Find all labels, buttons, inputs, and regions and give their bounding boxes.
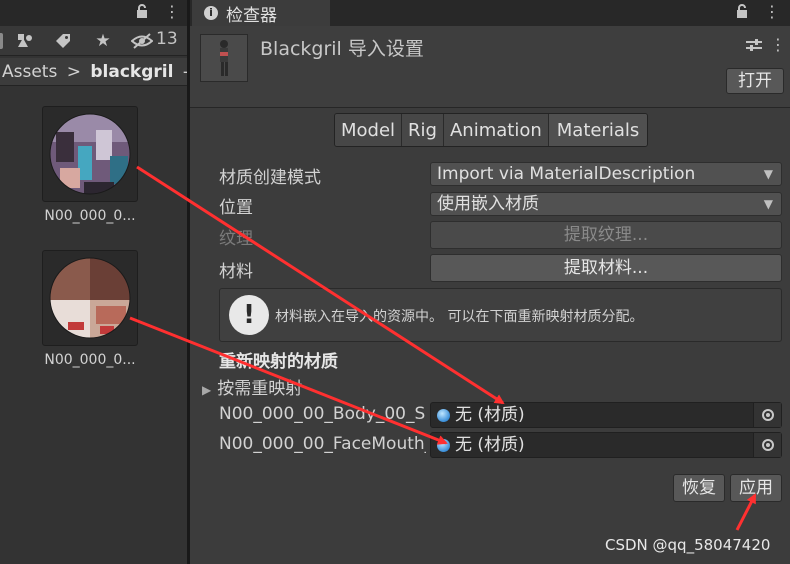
kebab-menu-icon[interactable]: ⋮ [770,35,786,54]
inspector-tab-label: 检查器 [226,5,277,26]
object-picker-icon[interactable] [753,433,781,457]
lock-icon[interactable] [136,4,148,23]
inspector-tab-bar: i 检查器 ⋮ [190,0,790,26]
hidden-eye-icon[interactable] [130,29,154,53]
import-settings-title: Blackgril 导入设置 [260,38,424,60]
object-picker-icon[interactable] [753,403,781,427]
asset-label: N00_000_0... [44,208,136,224]
dropdown-arrow-icon: ▼ [763,167,773,181]
material-field-value: 无 (材质) [455,405,525,425]
dropdown-arrow-icon: ▼ [763,197,773,211]
breadcrumb: Assets > blackgril - Z [0,58,187,86]
info-icon: i [204,6,218,20]
material-icon [437,409,450,422]
lock-icon[interactable] [736,4,748,23]
watermark: CSDN @qq_58047420 [605,536,771,554]
material-creation-mode-label: 材质创建模式 [219,168,321,188]
project-panel: ⋮ ★ 13 Assets > blackgril - Z [0,0,187,564]
inspector-panel: i 检查器 ⋮ Blackgril 导入设置 ⋮ 打开 Model Rig An… [190,0,790,564]
material-object-field[interactable]: 无 (材质) [430,402,782,428]
revert-button[interactable]: 恢复 [673,474,725,502]
open-button[interactable]: 打开 [726,68,784,94]
hidden-count: 13 [156,29,178,49]
inspector-header: Blackgril 导入设置 ⋮ 打开 [190,26,790,108]
apply-button[interactable]: 应用 [730,474,782,502]
kebab-menu-icon[interactable]: ⋮ [764,2,780,21]
foldout-arrow-icon: ▶ [202,383,212,397]
material-icon [437,439,450,452]
warning-exclamation-icon: ! [229,295,269,335]
tab-materials[interactable]: Materials [548,114,648,146]
asset-label: N00_000_0... [44,352,136,368]
model-thumbnail[interactable] [42,106,138,202]
project-toolbar: ★ 13 [0,26,187,56]
on-demand-remap-foldout[interactable]: ▶ 按需重映射 [202,374,302,399]
material-object-field[interactable]: 无 (材质) [430,432,782,458]
material-slot-label: N00_000_00_FaceMouth_00_FACE [219,434,426,454]
breadcrumb-folder[interactable]: blackgril [90,62,173,82]
textures-label: 纹理 [219,229,253,249]
shapes-filter-icon[interactable] [12,29,38,53]
remapped-materials-header: 重新映射的材质 [219,352,338,372]
material-creation-mode-dropdown[interactable]: Import via MaterialDescription ▼ [430,162,782,186]
tab-animation[interactable]: Animation [443,114,549,146]
model-thumbnail[interactable] [42,250,138,346]
info-help-box: ! 材料嵌入在导入的资源中。 可以在下面重新映射材质分配。 [219,288,782,342]
breadcrumb-root[interactable]: Assets [2,62,57,82]
extract-materials-button[interactable]: 提取材料... [430,254,782,282]
location-dropdown[interactable]: 使用嵌入材质 ▼ [430,192,782,216]
import-tabs: Model Rig Animation Materials [334,113,649,147]
material-creation-mode-value: Import via MaterialDescription [437,164,696,184]
label-tag-icon[interactable] [50,29,76,53]
project-tab-bar: ⋮ [0,0,187,26]
tab-rig[interactable]: Rig [402,114,444,146]
model-preview [200,34,248,82]
materials-label: 材料 [219,262,253,282]
preset-sliders-icon[interactable] [746,38,762,56]
tab-model[interactable]: Model [335,114,403,146]
location-value: 使用嵌入材质 [437,194,539,214]
help-message: 材料嵌入在导入的资源中。 可以在下面重新映射材质分配。 [275,309,644,325]
on-demand-remap-label: 按需重映射 [217,379,303,399]
dropdown-handle-icon[interactable] [0,29,8,53]
favorite-star-icon[interactable]: ★ [90,29,116,53]
material-field-value: 无 (材质) [455,435,525,455]
extract-textures-button[interactable]: 提取纹理... [430,221,782,249]
breadcrumb-separator: > [66,62,81,82]
kebab-menu-icon[interactable]: ⋮ [164,2,180,21]
tab-inspector[interactable]: i 检查器 [192,0,330,26]
material-slot-label: N00_000_00_Body_00_SKIN [219,404,426,424]
location-label: 位置 [219,198,253,218]
